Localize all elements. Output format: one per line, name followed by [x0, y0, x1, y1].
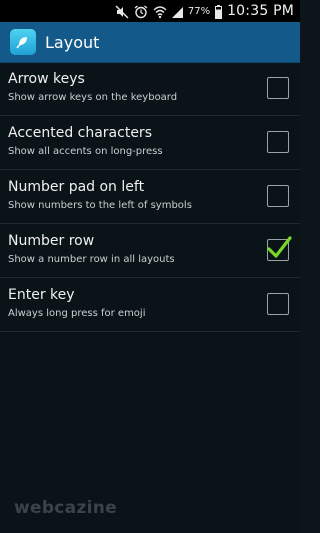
setting-row-accented-characters[interactable]: Accented characters Show all accents on …: [0, 116, 300, 170]
setting-row-enter-key[interactable]: Enter key Always long press for emoji: [0, 278, 300, 332]
battery-percent: 77%: [187, 5, 211, 17]
status-clock: 10:35 PM: [227, 3, 294, 19]
enter-key-checkbox[interactable]: [267, 293, 289, 315]
watermark: webcazine: [14, 498, 118, 518]
number-row-checkbox[interactable]: [267, 236, 292, 261]
setting-title: Number row: [8, 233, 95, 249]
setting-subtitle: Show all accents on long-press: [8, 146, 163, 157]
screen: 77% 10:35 PM Layout Arrow keys Show arro…: [0, 0, 300, 533]
setting-subtitle: Show arrow keys on the keyboard: [8, 92, 178, 103]
settings-list: Arrow keys Show arrow keys on the keyboa…: [0, 62, 300, 332]
setting-title: Number pad on left: [8, 179, 145, 195]
signal-icon: [171, 4, 184, 18]
page-title: Layout: [45, 32, 100, 52]
accented-characters-checkbox[interactable]: [267, 131, 289, 153]
setting-row-arrow-keys[interactable]: Arrow keys Show arrow keys on the keyboa…: [0, 62, 300, 116]
setting-title: Enter key: [8, 287, 75, 303]
setting-title: Arrow keys: [8, 71, 85, 87]
action-bar: Layout: [0, 22, 300, 62]
status-icons: 77% 10:35 PM: [110, 0, 294, 22]
checkmark-icon: [267, 236, 292, 258]
setting-subtitle: Always long press for emoji: [8, 308, 146, 319]
arrow-keys-checkbox[interactable]: [267, 77, 289, 99]
setting-subtitle: Show numbers to the left of symbols: [8, 200, 192, 211]
battery-icon: [215, 4, 223, 19]
setting-row-number-row[interactable]: Number row Show a number row in all layo…: [0, 224, 300, 278]
wifi-icon: [153, 4, 167, 19]
setting-title: Accented characters: [8, 125, 152, 141]
setting-subtitle: Show a number row in all layouts: [8, 254, 175, 265]
mute-icon: [115, 4, 129, 19]
swiftkey-icon[interactable]: [10, 29, 36, 55]
alarm-icon: [134, 4, 148, 19]
number-pad-on-left-checkbox[interactable]: [267, 185, 289, 207]
status-bar: 77% 10:35 PM: [0, 0, 300, 22]
setting-row-number-pad-on-left[interactable]: Number pad on left Show numbers to the l…: [0, 170, 300, 224]
